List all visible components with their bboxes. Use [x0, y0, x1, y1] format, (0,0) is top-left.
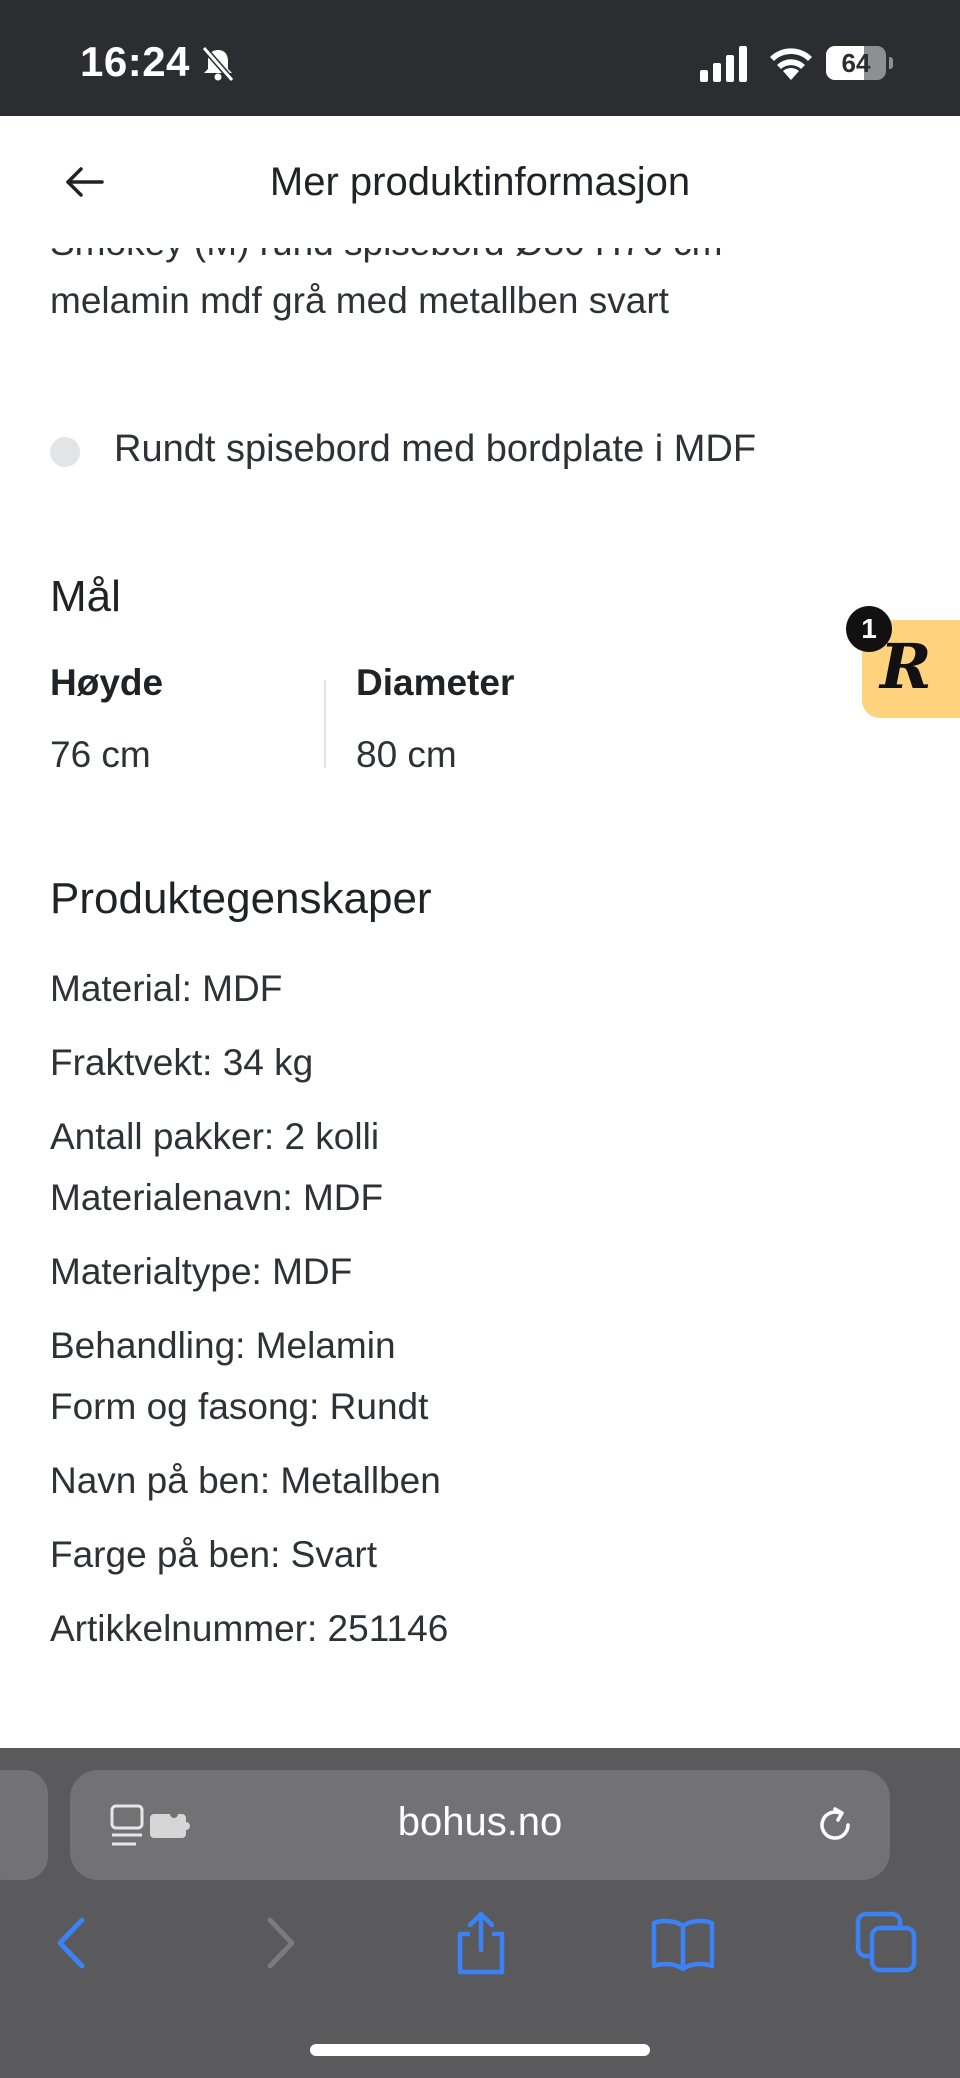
bullet-text: Rundt spisebord med bordplate i MDF — [114, 428, 757, 470]
status-bar: 16:24 64 — [0, 0, 960, 116]
property-leg-color: Farge på ben: Svart — [50, 1534, 378, 1575]
property-material: Material: MDF — [50, 968, 283, 1009]
dimensions-heading: Mål — [50, 572, 121, 621]
battery-indicator: 64 — [826, 46, 894, 82]
property-package-count: Antall pakker: 2 kolli — [50, 1116, 380, 1157]
property-article-number: Artikkelnummer: 251146 — [50, 1608, 449, 1649]
forward-nav-icon[interactable] — [244, 1908, 314, 1978]
wifi-icon — [770, 48, 812, 80]
page-title: Mer produktinformasjon — [269, 160, 691, 204]
tabs-icon[interactable] — [852, 1908, 922, 1978]
product-description-line: melamin mdf grå med metallben svart — [50, 280, 669, 321]
reload-icon[interactable] — [812, 1802, 858, 1848]
bookmarks-icon[interactable] — [648, 1908, 718, 1978]
cellular-signal-icon — [700, 46, 747, 82]
status-time: 16:24 — [80, 38, 190, 85]
notification-count-badge: 1 — [846, 606, 892, 652]
properties-heading: Produktegenskaper — [50, 874, 432, 923]
feature-bullet: Rundt spisebord med bordplate i MDF — [50, 420, 910, 484]
dimension-diameter: Diameter 80 cm — [356, 662, 514, 776]
dimension-value: 80 cm — [356, 734, 457, 775]
property-treatment: Behandling: Melamin — [50, 1325, 396, 1366]
dimension-height: Høyde 76 cm — [50, 662, 163, 776]
home-indicator[interactable] — [310, 2044, 650, 2056]
url-text: bohus.no — [397, 1800, 563, 1844]
property-leg-name: Navn på ben: Metallben — [50, 1460, 441, 1501]
share-icon[interactable] — [446, 1908, 516, 1978]
dimension-label: Høyde — [50, 662, 164, 703]
dimension-value: 76 cm — [50, 734, 151, 775]
page-header: Mer produktinformasjon — [0, 116, 960, 248]
browser-toolbar: bohus.no — [0, 1748, 960, 2078]
battery-percent: 64 — [841, 48, 871, 78]
property-shipping-weight: Fraktvekt: 34 kg — [50, 1042, 314, 1083]
bullet-dot — [50, 437, 80, 467]
previous-tab-peek[interactable] — [0, 1770, 48, 1880]
address-bar[interactable]: bohus.no — [70, 1770, 890, 1880]
property-material-type: Materialtype: MDF — [50, 1251, 353, 1292]
property-material-name: Materialenavn: MDF — [50, 1177, 384, 1218]
silent-bell-icon — [201, 46, 235, 82]
dimension-divider — [324, 680, 326, 768]
back-nav-icon[interactable] — [38, 1908, 108, 1978]
dimension-label: Diameter — [356, 662, 515, 703]
property-shape: Form og fasong: Rundt — [50, 1386, 429, 1427]
